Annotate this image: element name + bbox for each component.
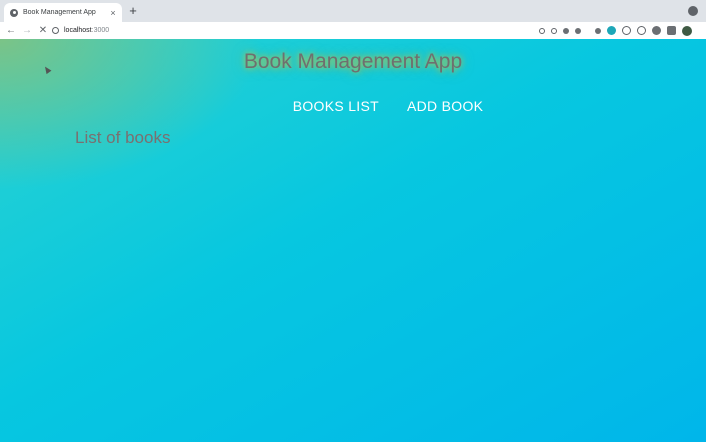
app-title: Book Management App	[243, 50, 463, 73]
extension-4-icon[interactable]	[607, 26, 616, 35]
toolbar-icons	[533, 22, 692, 39]
zoom-icon[interactable]	[539, 27, 545, 34]
nav-link-books-list[interactable]: BOOKS LIST	[293, 98, 379, 114]
nav-link-add-book[interactable]: ADD BOOK	[407, 98, 483, 114]
browser-toolbar: ← → ✕ localhost :3000	[0, 22, 706, 39]
app-page: Book Management App BOOKS LIST ADD BOOK …	[0, 39, 706, 442]
url-host: localhost	[64, 27, 92, 34]
puzzle-extensions-icon[interactable]	[667, 26, 676, 35]
profile-avatar-icon[interactable]	[682, 25, 692, 36]
extension-3-icon[interactable]	[595, 27, 601, 34]
app-nav: BOOKS LIST ADD BOOK	[0, 98, 706, 114]
section-heading: List of books	[75, 128, 171, 147]
tab-title: Book Management App	[23, 9, 96, 16]
browser-tab[interactable]: Book Management App ×	[4, 3, 122, 22]
globe-icon	[10, 8, 18, 17]
extension-6-icon[interactable]	[637, 26, 646, 35]
extension-5-icon[interactable]	[622, 26, 631, 35]
extension-1-icon[interactable]	[563, 27, 569, 34]
tab-close-icon[interactable]: ×	[108, 8, 118, 18]
extension-7-icon[interactable]	[652, 26, 661, 35]
url-port: :3000	[91, 27, 110, 34]
browser-tabstrip: Book Management App × +	[0, 0, 706, 22]
stop-loading-button[interactable]: ✕	[35, 22, 51, 39]
new-tab-button[interactable]: +	[126, 4, 140, 18]
site-info-icon[interactable]	[52, 27, 59, 34]
extension-2-icon[interactable]	[575, 27, 581, 34]
window-menu-icon[interactable]	[688, 6, 698, 16]
bookmark-star-icon[interactable]	[551, 27, 557, 34]
back-button[interactable]: ←	[3, 22, 19, 39]
forward-button[interactable]: →	[19, 22, 35, 39]
